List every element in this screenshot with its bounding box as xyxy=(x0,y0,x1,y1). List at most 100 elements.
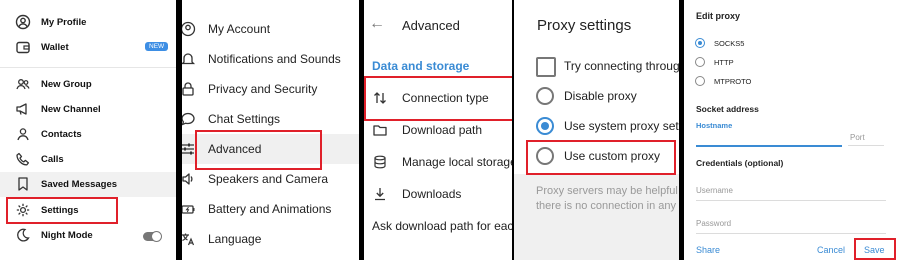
try-connecting-checkbox-row[interactable]: Try connecting through proxy xyxy=(514,52,679,80)
dialog-title: Proxy settings xyxy=(537,17,632,34)
password-underline xyxy=(696,233,886,234)
advanced-item-label: Download path xyxy=(402,123,483,137)
hostname-underline xyxy=(696,145,842,147)
menu-item-label: Calls xyxy=(41,154,64,165)
advanced-header: ← Advanced xyxy=(364,0,512,46)
disable-proxy-radio-row[interactable]: Disable proxy xyxy=(514,82,679,110)
settings-item-label: Speakers and Camera xyxy=(208,172,329,186)
advanced-item-label: Downloads xyxy=(402,187,462,201)
settings-item-notifications[interactable]: Notifications and Sounds xyxy=(182,44,359,74)
moon-icon xyxy=(15,227,31,243)
custom-proxy-highlight-box xyxy=(526,140,676,175)
system-proxy-radio-row[interactable]: Use system proxy settings xyxy=(514,112,679,140)
menu-item-new-channel[interactable]: New Channel xyxy=(0,97,176,122)
menu-item-my-profile[interactable]: My Profile xyxy=(0,10,176,35)
settings-item-my-account[interactable]: My Account xyxy=(182,14,359,44)
credentials-label: Credentials (optional) xyxy=(696,158,784,168)
advanced-item-manage-storage[interactable]: Manage local storage xyxy=(364,146,512,178)
dialog-title: Edit proxy xyxy=(696,11,741,21)
advanced-item-label: Manage local storage xyxy=(402,155,512,169)
proxy-settings-panel: Proxy settings Try connecting through pr… xyxy=(514,0,679,260)
port-input[interactable]: Port xyxy=(850,133,865,142)
http-radio[interactable] xyxy=(695,57,705,67)
password-input[interactable]: Password xyxy=(696,219,731,228)
proxy-type-socks5[interactable]: SOCKS5 xyxy=(695,36,885,54)
settings-item-privacy[interactable]: Privacy and Security xyxy=(182,74,359,104)
port-underline xyxy=(848,145,884,146)
try-connecting-checkbox[interactable] xyxy=(536,57,556,77)
settings-item-label: Privacy and Security xyxy=(208,82,318,96)
proxy-type-mtproto[interactable]: MTPROTO xyxy=(695,74,885,92)
menu-item-label: My Profile xyxy=(41,17,87,28)
system-proxy-radio[interactable] xyxy=(536,117,554,135)
channel-icon xyxy=(15,101,31,117)
menu-item-label: Night Mode xyxy=(41,230,93,241)
share-button[interactable]: Share xyxy=(696,245,720,255)
profile-icon xyxy=(15,14,31,30)
folder-icon xyxy=(372,122,388,138)
advanced-panel: ← Advanced Data and storage Connection t… xyxy=(364,0,512,260)
settings-item-label: Chat Settings xyxy=(208,112,281,126)
menu-item-night-mode[interactable]: Night Mode xyxy=(0,223,176,248)
language-icon xyxy=(182,231,196,247)
menu-item-calls[interactable]: Calls xyxy=(0,147,176,172)
calls-icon xyxy=(15,151,31,167)
battery-icon xyxy=(182,201,196,217)
disable-proxy-radio[interactable] xyxy=(536,87,554,105)
username-input[interactable]: Username xyxy=(696,186,733,195)
hostname-input[interactable] xyxy=(696,118,842,146)
database-icon xyxy=(372,154,388,170)
proxy-type-http[interactable]: HTTP xyxy=(695,55,885,73)
sliders-icon xyxy=(182,141,196,157)
section-title: Data and storage xyxy=(372,59,470,73)
settings-item-battery[interactable]: Battery and Animations xyxy=(182,194,359,224)
proxy-type-label: HTTP xyxy=(714,58,734,67)
new-badge: NEW xyxy=(145,42,169,51)
menu-item-contacts[interactable]: Contacts xyxy=(0,122,176,147)
proxy-info-line: Proxy servers may be helpful xyxy=(536,185,678,197)
proxy-info-line: there is no connection in any xyxy=(536,200,677,212)
menu-item-saved-messages[interactable]: Saved Messages xyxy=(0,172,176,197)
wallet-icon xyxy=(15,39,31,55)
back-arrow-icon[interactable]: ← xyxy=(369,15,385,33)
connection-type-highlight-box xyxy=(364,76,512,121)
main-menu-panel: My Profile Wallet NEW New Group New Chan… xyxy=(0,0,176,260)
menu-item-label: Contacts xyxy=(41,129,82,140)
menu-item-wallet[interactable]: Wallet NEW xyxy=(0,35,176,60)
chat-icon xyxy=(182,111,196,127)
menu-item-label: Wallet xyxy=(41,42,69,53)
bell-icon xyxy=(182,51,196,67)
contacts-icon xyxy=(15,126,31,142)
settings-item-label: My Account xyxy=(208,22,271,36)
group-icon xyxy=(15,76,31,92)
menu-divider xyxy=(0,67,176,68)
proxy-info-text: Proxy servers may be helpful there is no… xyxy=(536,184,678,214)
settings-item-label: Notifications and Sounds xyxy=(208,52,341,66)
edit-proxy-panel: Edit proxy SOCKS5 HTTP MTPROTO Socket ad… xyxy=(684,0,899,260)
night-mode-toggle[interactable] xyxy=(143,231,162,242)
save-highlight-box xyxy=(854,238,896,260)
menu-item-new-group[interactable]: New Group xyxy=(0,72,176,97)
option-label: Try connecting through proxy xyxy=(564,59,679,73)
menu-item-label: New Channel xyxy=(41,104,101,115)
option-label: Disable proxy xyxy=(564,89,637,103)
settings-item-label: Language xyxy=(208,232,262,246)
lock-icon xyxy=(182,81,196,97)
advanced-item-downloads[interactable]: Downloads xyxy=(364,178,512,210)
page-title: Advanced xyxy=(402,18,460,33)
settings-panel: My Account Notifications and Sounds Priv… xyxy=(182,0,359,260)
username-underline xyxy=(696,200,886,201)
settings-item-language[interactable]: Language xyxy=(182,224,359,254)
download-icon xyxy=(372,186,388,202)
proxy-type-label: MTPROTO xyxy=(714,77,752,86)
socks5-radio[interactable] xyxy=(695,38,705,48)
advanced-highlight-box xyxy=(195,130,322,170)
cancel-button[interactable]: Cancel xyxy=(817,245,845,255)
ask-download-path-option[interactable]: Ask download path for each file xyxy=(372,219,512,233)
proxy-type-label: SOCKS5 xyxy=(714,39,745,48)
socket-address-label: Socket address xyxy=(696,104,759,114)
proxy-info-box: Proxy servers may be helpful there is no… xyxy=(514,174,679,260)
mtproto-radio[interactable] xyxy=(695,76,705,86)
account-icon xyxy=(182,21,196,37)
menu-item-label: Saved Messages xyxy=(41,179,118,190)
